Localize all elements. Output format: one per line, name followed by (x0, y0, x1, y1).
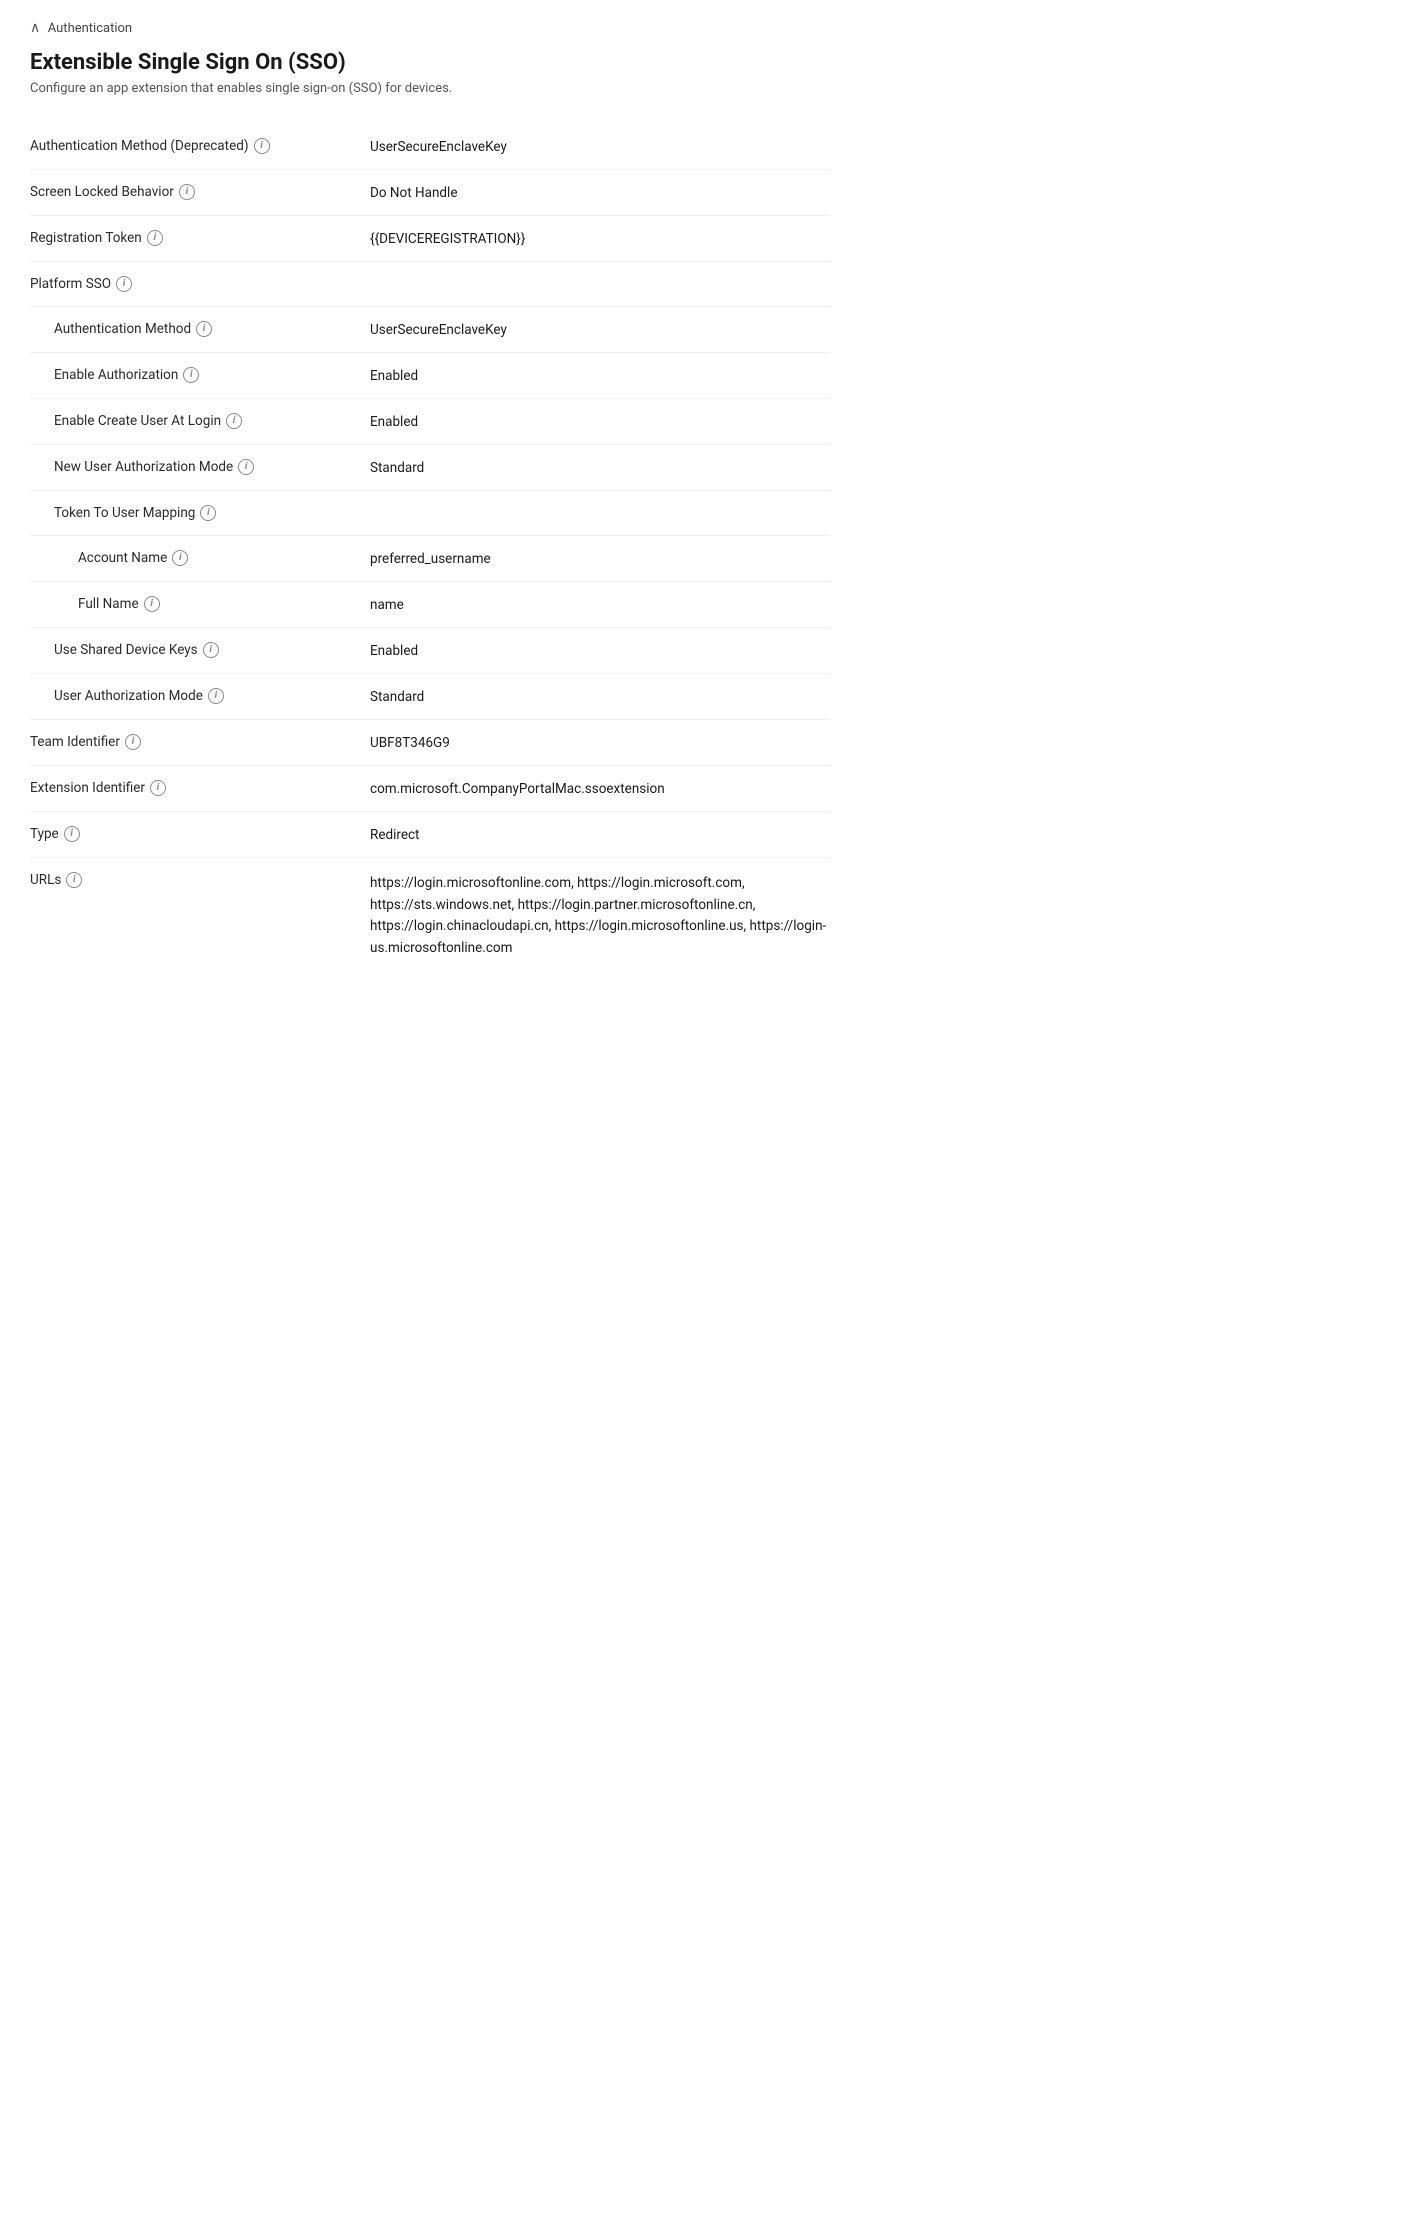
field-row-new-user-auth-mode: New User Authorization Mode i Standard (30, 445, 830, 491)
field-value-full-name: name (370, 596, 830, 613)
info-icon-full-name[interactable]: i (144, 596, 160, 612)
info-icon-auth-method[interactable]: i (196, 321, 212, 337)
field-label-col-team-identifier: Team Identifier i (30, 734, 370, 750)
info-icon-platform-sso[interactable]: i (116, 276, 132, 292)
field-row-platform-sso: Platform SSO i (30, 262, 830, 307)
field-row-team-identifier: Team Identifier i UBF8T346G9 (30, 720, 830, 766)
info-icon-new-user-auth-mode[interactable]: i (238, 459, 254, 475)
info-icon-screen-locked-behavior[interactable]: i (179, 184, 195, 200)
field-label-col-platform-sso: Platform SSO i (30, 276, 370, 292)
field-value-registration-token: {{DEVICEREGISTRATION}} (370, 230, 830, 247)
field-label-auth-method-deprecated: Authentication Method (Deprecated) (30, 138, 249, 154)
field-row-extension-identifier: Extension Identifier i com.microsoft.Compa… (30, 766, 830, 812)
info-icon-token-to-user-mapping[interactable]: i (200, 505, 216, 521)
field-label-col-enable-create-user: Enable Create User At Login i (30, 413, 370, 429)
field-label-col-full-name: Full Name i (30, 596, 370, 612)
field-row-auth-method-deprecated: Authentication Method (Deprecated) i UserS… (30, 124, 830, 170)
field-value-use-shared-device-keys: Enabled (370, 642, 830, 659)
field-value-type: Redirect (370, 826, 830, 843)
info-icon-team-identifier[interactable]: i (125, 734, 141, 750)
field-label-col-type: Typei (30, 826, 370, 842)
field-label-col-urls: URLsi (30, 872, 370, 888)
field-row-registration-token: Registration Token i {{DEVICEREGISTRATION}… (30, 216, 830, 262)
fields-container: Authentication Method (Deprecated) i UserS… (30, 124, 830, 973)
field-label-col-registration-token: Registration Token i (30, 230, 370, 246)
field-label-col-use-shared-device-keys: Use Shared Device Keys i (30, 642, 370, 658)
field-label-screen-locked-behavior: Screen Locked Behavior (30, 184, 174, 200)
field-value-extension-identifier: com.microsoft.CompanyPortalMac.ssoextens… (370, 780, 830, 797)
field-label-extension-identifier: Extension Identifier (30, 780, 145, 796)
info-icon-enable-authorization[interactable]: i (183, 367, 199, 383)
field-label-use-shared-device-keys: Use Shared Device Keys (54, 642, 198, 658)
field-label-col-auth-method-deprecated: Authentication Method (Deprecated) i (30, 138, 370, 154)
field-label-enable-authorization: Enable Authorization (54, 367, 178, 383)
field-value-team-identifier: UBF8T346G9 (370, 734, 830, 751)
field-label-user-auth-mode: User Authorization Mode (54, 688, 203, 704)
field-value-enable-authorization: Enabled (370, 367, 830, 384)
field-value-user-auth-mode: Standard (370, 688, 830, 705)
field-row-account-name: Account Name i preferred_username (30, 536, 830, 582)
field-label-new-user-auth-mode: New User Authorization Mode (54, 459, 233, 475)
field-label-full-name: Full Name (78, 596, 139, 612)
field-label-auth-method: Authentication Method (54, 321, 191, 337)
breadcrumb: ∧ Authentication (30, 20, 830, 36)
field-row-type: TypeiRedirect (30, 812, 830, 858)
field-label-enable-create-user: Enable Create User At Login (54, 413, 221, 429)
page-title: Extensible Single Sign On (SSO) (30, 50, 830, 75)
field-value-auth-method: UserSecureEnclaveKey (370, 321, 830, 338)
field-row-use-shared-device-keys: Use Shared Device Keys i Enabled (30, 628, 830, 674)
info-icon-user-auth-mode[interactable]: i (208, 688, 224, 704)
field-row-screen-locked-behavior: Screen Locked Behavior i Do Not Handle (30, 170, 830, 216)
field-label-team-identifier: Team Identifier (30, 734, 120, 750)
field-label-col-enable-authorization: Enable Authorization i (30, 367, 370, 383)
field-value-auth-method-deprecated: UserSecureEnclaveKey (370, 138, 830, 155)
field-label-col-auth-method: Authentication Method i (30, 321, 370, 337)
field-label-col-token-to-user-mapping: Token To User Mapping i (30, 505, 370, 521)
field-label-token-to-user-mapping: Token To User Mapping (54, 505, 195, 521)
field-row-token-to-user-mapping: Token To User Mapping i (30, 491, 830, 536)
field-label-account-name: Account Name (78, 550, 167, 566)
info-icon-urls[interactable]: i (66, 872, 82, 888)
field-value-urls: https://login.microsoftonline.com, https… (370, 872, 830, 959)
field-label-urls: URLs (30, 872, 61, 888)
info-icon-account-name[interactable]: i (172, 550, 188, 566)
field-row-enable-create-user: Enable Create User At Login i Enabled (30, 399, 830, 445)
field-label-col-user-auth-mode: User Authorization Mode i (30, 688, 370, 704)
info-icon-enable-create-user[interactable]: i (226, 413, 242, 429)
info-icon-use-shared-device-keys[interactable]: i (203, 642, 219, 658)
field-row-user-auth-mode: User Authorization Mode i Standard (30, 674, 830, 720)
field-value-screen-locked-behavior: Do Not Handle (370, 184, 830, 201)
info-icon-type[interactable]: i (64, 826, 80, 842)
info-icon-extension-identifier[interactable]: i (150, 780, 166, 796)
breadcrumb-label[interactable]: Authentication (48, 21, 132, 36)
field-row-urls: URLsihttps://login.microsoftonline.com, … (30, 858, 830, 973)
field-row-enable-authorization: Enable Authorization i Enabled (30, 353, 830, 399)
field-label-col-account-name: Account Name i (30, 550, 370, 566)
field-value-enable-create-user: Enabled (370, 413, 830, 430)
field-label-col-screen-locked-behavior: Screen Locked Behavior i (30, 184, 370, 200)
field-value-new-user-auth-mode: Standard (370, 459, 830, 476)
field-label-registration-token: Registration Token (30, 230, 142, 246)
field-label-col-extension-identifier: Extension Identifier i (30, 780, 370, 796)
breadcrumb-chevron: ∧ (30, 20, 40, 36)
field-label-platform-sso: Platform SSO (30, 276, 111, 292)
field-row-auth-method: Authentication Method i UserSecureEnclaveK… (30, 307, 830, 353)
field-label-col-new-user-auth-mode: New User Authorization Mode i (30, 459, 370, 475)
field-value-account-name: preferred_username (370, 550, 830, 567)
info-icon-registration-token[interactable]: i (147, 230, 163, 246)
field-label-type: Type (30, 826, 59, 842)
page-description: Configure an app extension that enables … (30, 81, 830, 96)
info-icon-auth-method-deprecated[interactable]: i (254, 138, 270, 154)
field-row-full-name: Full Name i name (30, 582, 830, 628)
